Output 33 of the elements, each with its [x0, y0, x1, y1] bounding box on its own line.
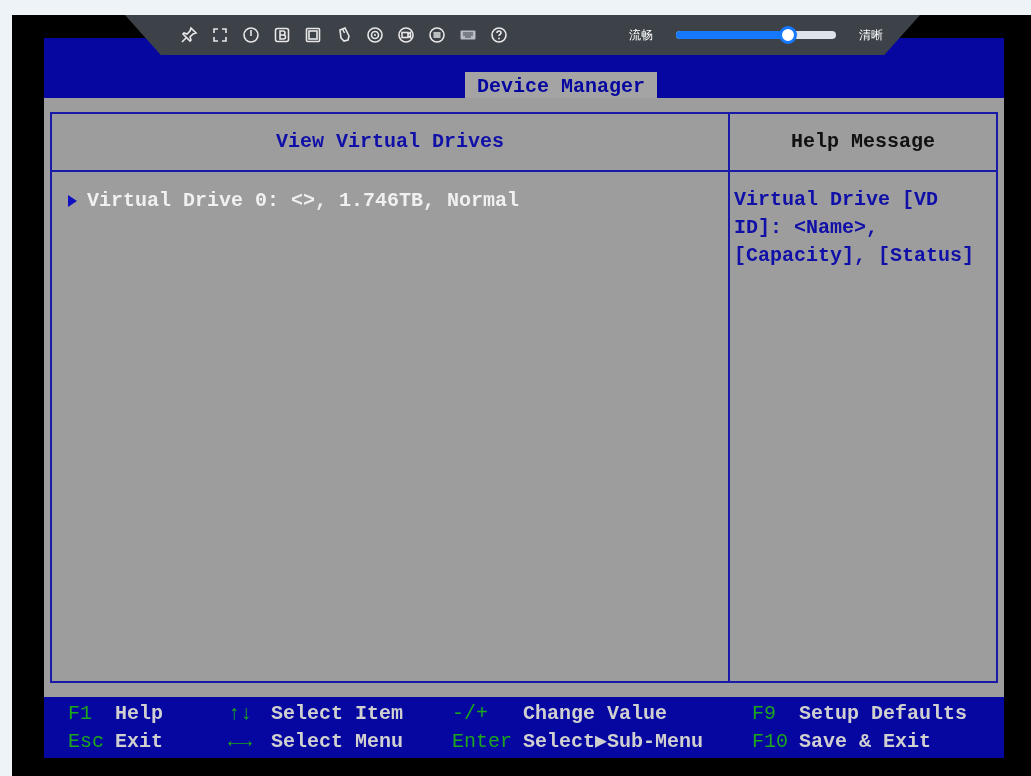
key-action: Select Item [271, 701, 404, 727]
key-action: Save & Exit [799, 729, 932, 755]
pin-icon[interactable] [180, 26, 198, 44]
camera-icon[interactable] [397, 26, 415, 44]
key-action: Change Value [523, 701, 668, 727]
key-action: Select Menu [271, 729, 404, 755]
help-text: Virtual Drive [VD ID]: <Name>, [Capacity], [Status] [734, 187, 976, 269]
pointer-icon [68, 195, 77, 207]
keypad-icon[interactable] [428, 26, 446, 44]
key-label: Enter [452, 729, 513, 755]
picture-frame-icon[interactable] [304, 26, 322, 44]
key-label: F10 [752, 729, 789, 755]
key-action: Exit [115, 729, 163, 755]
quality-label: 清晰 [859, 27, 883, 44]
key-label: -/+ [452, 701, 489, 727]
key-action: Help [115, 701, 163, 727]
help-icon[interactable] [490, 26, 508, 44]
key-label: Esc [68, 729, 105, 755]
disc-icon[interactable] [366, 26, 384, 44]
key-label: F1 [68, 701, 93, 727]
bold-icon[interactable] [273, 26, 291, 44]
key-label: ←→ [228, 729, 253, 755]
panel-heading: View Virtual Drives [275, 129, 504, 155]
panel-heading: Help Message [791, 129, 935, 155]
key-label: ↑↓ [228, 701, 253, 727]
quality-label: 流畅 [629, 27, 653, 44]
tab[interactable]: Device Manager [465, 72, 658, 98]
fullscreen-icon[interactable] [211, 26, 229, 44]
key-action: Select▶Sub-Menu [523, 729, 704, 755]
slider-thumb[interactable] [779, 26, 797, 44]
power-icon[interactable] [242, 26, 260, 44]
key-label: F9 [752, 701, 777, 727]
key-action: Setup Defaults [799, 701, 968, 727]
